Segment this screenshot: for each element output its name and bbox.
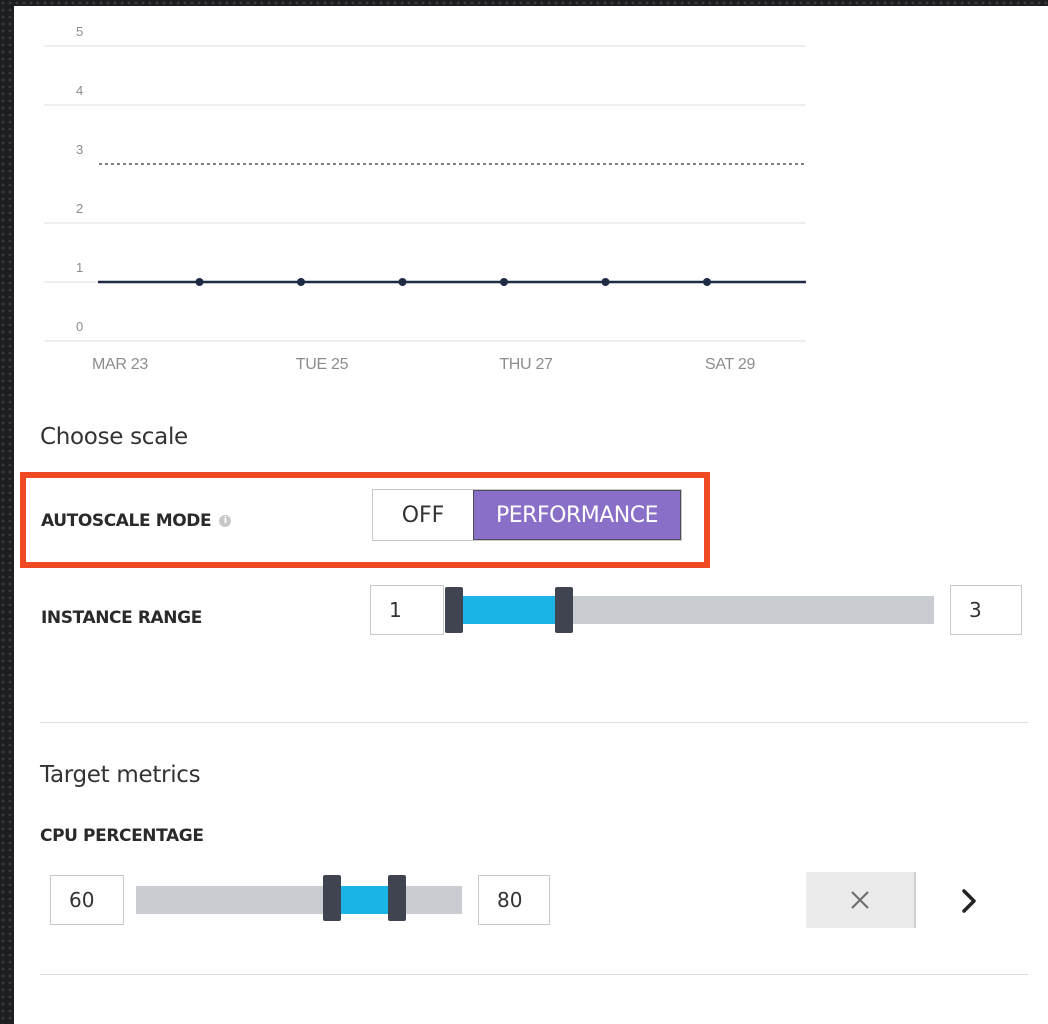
instance-range-max-handle[interactable] <box>555 587 574 633</box>
instance-range-min-handle[interactable] <box>445 587 463 633</box>
instance-range-max-input[interactable]: 3 <box>950 585 1022 635</box>
close-icon <box>851 891 869 909</box>
series-point <box>398 278 407 286</box>
x-tick-label: THU 27 <box>499 356 553 373</box>
section-divider <box>40 722 1028 723</box>
autoscale-off-option[interactable]: OFF <box>373 490 473 540</box>
series-point <box>601 278 610 286</box>
y-tick-label: 0 <box>76 319 83 334</box>
cpu-min-handle[interactable] <box>322 875 341 921</box>
expand-metric-button[interactable] <box>944 874 994 928</box>
x-tick-label: MAR 23 <box>92 356 148 373</box>
series-point <box>297 278 305 286</box>
chevron-right-icon <box>962 889 976 913</box>
cpu-max-handle[interactable] <box>387 875 406 921</box>
y-tick-label: 4 <box>76 83 83 98</box>
autoscale-performance-option[interactable]: PERFORMANCE <box>473 490 681 540</box>
clear-metric-button[interactable] <box>806 872 916 928</box>
section-divider-bottom <box>40 974 1028 975</box>
choose-scale-title: Choose scale <box>40 424 188 450</box>
series-point <box>703 278 711 286</box>
series-point <box>500 278 508 286</box>
window-frame-left <box>0 0 14 1024</box>
instance-count-chart: 5 4 3 2 1 0 MAR 23 TUE 25 THU 27 SAT 29 <box>44 24 806 373</box>
series-point <box>195 278 204 286</box>
info-icon[interactable]: i <box>219 515 232 527</box>
target-metrics-title: Target metrics <box>40 762 201 788</box>
autoscale-mode-toggle[interactable]: OFF PERFORMANCE <box>372 489 682 541</box>
instance-range-slider-fill <box>454 596 565 624</box>
x-tick-label: SAT 29 <box>705 356 755 373</box>
scale-settings-panel: 5 4 3 2 1 0 MAR 23 TUE 25 THU 27 SAT 29 Choose sc… <box>14 6 1048 1024</box>
y-tick-label: 2 <box>76 201 83 216</box>
cpu-percentage-label: CPU PERCENTAGE <box>40 826 204 846</box>
y-tick-label: 3 <box>76 142 83 157</box>
autoscale-mode-label: AUTOSCALE MODE i <box>41 511 232 531</box>
instance-range-slider[interactable] <box>454 596 934 624</box>
instance-range-label: INSTANCE RANGE <box>41 608 202 628</box>
x-tick-label: TUE 25 <box>296 356 349 373</box>
cpu-min-input[interactable]: 60 <box>50 875 124 925</box>
cpu-max-input[interactable]: 80 <box>478 875 550 925</box>
instance-range-min-input[interactable]: 1 <box>370 585 444 635</box>
y-tick-label: 1 <box>76 260 83 275</box>
autoscale-mode-label-text: AUTOSCALE MODE <box>41 511 212 531</box>
cpu-percentage-slider[interactable] <box>136 886 462 914</box>
y-tick-label: 5 <box>76 24 83 39</box>
